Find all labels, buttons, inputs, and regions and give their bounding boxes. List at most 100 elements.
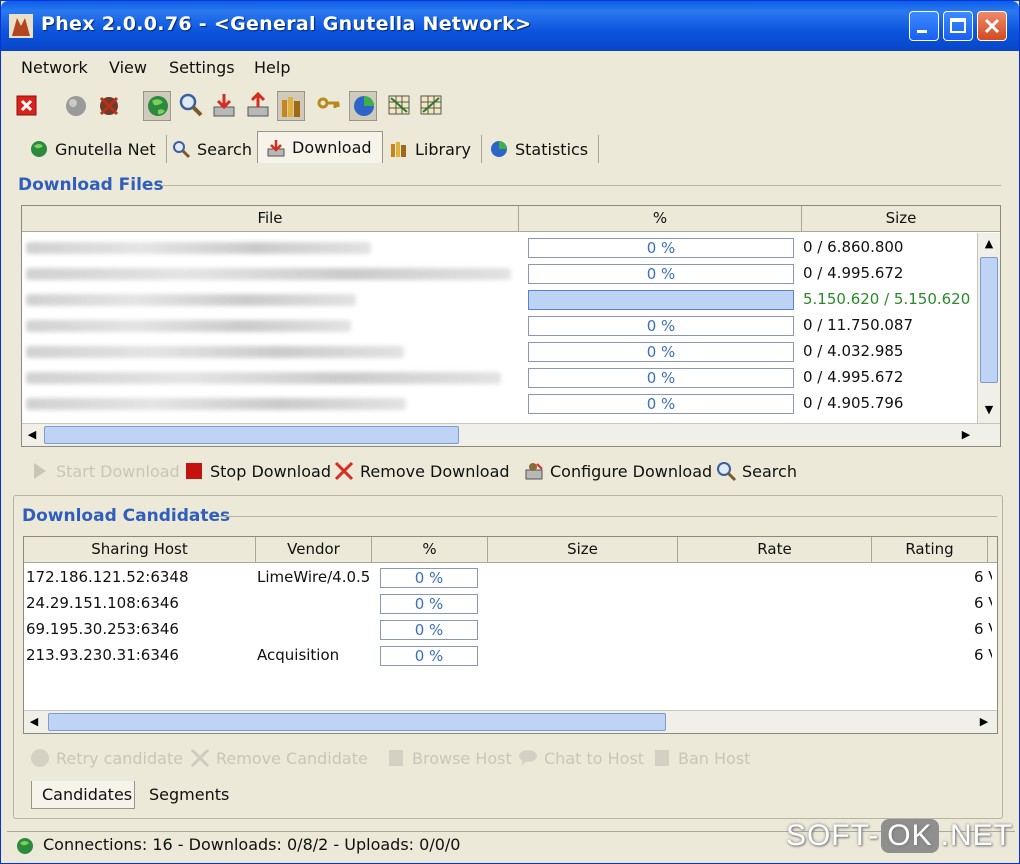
key-tool-button[interactable] bbox=[315, 91, 343, 121]
connect-icon bbox=[66, 96, 86, 116]
blurred-filename bbox=[26, 242, 371, 254]
title-bar[interactable]: Phex 2.0.0.76 - <General Gnutella Networ… bbox=[1, 1, 1019, 51]
progress-bar-complete bbox=[528, 290, 794, 310]
rating-cell: 6 V bbox=[974, 594, 992, 612]
tab-label: Statistics bbox=[515, 139, 589, 159]
maximize-button[interactable] bbox=[943, 11, 973, 41]
host-cell: 69.195.30.253:6346 bbox=[26, 620, 179, 638]
scroll-right-icon[interactable]: ▶ bbox=[958, 428, 974, 441]
upload-icon bbox=[247, 91, 269, 117]
blurred-filename bbox=[26, 398, 406, 410]
tab-statistics[interactable]: Statistics bbox=[481, 135, 600, 163]
scroll-left-icon[interactable]: ◀ bbox=[24, 428, 40, 441]
table-row[interactable]: 0 % 0 / 4.032.985 bbox=[22, 338, 1000, 364]
tab-search[interactable]: Search bbox=[163, 135, 263, 163]
start-download-button[interactable]: Start Download bbox=[29, 456, 180, 486]
vertical-scrollbar[interactable]: ▲ ▼ bbox=[977, 233, 1000, 423]
progress-bar: 0 % bbox=[528, 316, 794, 336]
exit-button[interactable] bbox=[13, 91, 41, 121]
watermark-right: .NET bbox=[940, 819, 1013, 852]
search-tool-button[interactable] bbox=[177, 91, 205, 121]
chat-to-host-button[interactable]: Chat to Host bbox=[517, 743, 644, 773]
table-row[interactable]: 5.150.620 / 5.150.620 bbox=[22, 286, 1000, 312]
size-cell: 5.150.620 / 5.150.620 bbox=[803, 290, 971, 308]
column-percent[interactable]: % bbox=[519, 206, 802, 232]
search-download-button[interactable]: Search bbox=[715, 456, 797, 486]
tab-candidates[interactable]: Candidates bbox=[31, 781, 135, 809]
stop-download-button[interactable]: Stop Download bbox=[183, 456, 331, 486]
table-row[interactable]: 24.29.151.108:6346 0 % 6 V bbox=[24, 590, 997, 616]
host-cell: 213.93.230.31:6346 bbox=[26, 646, 179, 664]
menu-network[interactable]: Network bbox=[21, 58, 88, 77]
scroll-right-icon[interactable]: ▶ bbox=[976, 715, 992, 728]
scroll-thumb[interactable] bbox=[48, 713, 666, 731]
globe-icon bbox=[148, 96, 168, 116]
horizontal-scrollbar[interactable]: ◀ ▶ bbox=[24, 710, 997, 733]
retry-icon bbox=[31, 749, 49, 767]
table-row[interactable]: 0 % 0 / 4.905.796 bbox=[22, 390, 1000, 416]
blurred-filename bbox=[26, 320, 351, 332]
magnifier-icon bbox=[717, 462, 737, 482]
menu-help[interactable]: Help bbox=[254, 58, 290, 77]
tab-gnutella-net[interactable]: Gnutella Net bbox=[21, 135, 167, 163]
browse-host-button[interactable]: Browse Host bbox=[385, 743, 512, 773]
table-row[interactable]: 69.195.30.253:6346 0 % 6 V bbox=[24, 616, 997, 642]
vendor-cell: Acquisition bbox=[257, 646, 340, 664]
minimize-icon bbox=[917, 30, 927, 33]
rating-cell: 6 V bbox=[974, 646, 992, 664]
table-row[interactable]: 213.93.230.31:6346 Acquisition 0 % 6 V bbox=[24, 642, 997, 668]
gnutella-net-button[interactable] bbox=[143, 91, 171, 121]
scroll-thumb[interactable] bbox=[44, 426, 459, 444]
table-row[interactable]: 0 % 0 / 6.860.800 bbox=[22, 234, 1000, 260]
column-sharing-host[interactable]: Sharing Host bbox=[24, 537, 256, 563]
progress-bar: 0 % bbox=[380, 646, 478, 666]
tab-library[interactable]: Library bbox=[381, 135, 482, 163]
configure-download-button[interactable]: Configure Download bbox=[523, 456, 712, 486]
column-rate[interactable]: Rate bbox=[678, 537, 872, 563]
disconnect-button[interactable] bbox=[95, 91, 123, 121]
ban-host-button[interactable]: Ban Host bbox=[651, 743, 750, 773]
menu-view[interactable]: View bbox=[109, 58, 147, 77]
column-size[interactable]: Size bbox=[488, 537, 678, 563]
table-row[interactable]: 172.186.121.52:6348 LimeWire/4.0.5 0 % 6… bbox=[24, 564, 997, 590]
size-cell: 0 / 6.860.800 bbox=[803, 238, 904, 256]
column-size[interactable]: Size bbox=[802, 206, 1000, 232]
upload-tool-button[interactable] bbox=[244, 91, 272, 121]
toolbar bbox=[7, 89, 1007, 125]
filter-tool-button[interactable] bbox=[385, 91, 413, 121]
close-button[interactable] bbox=[977, 11, 1007, 41]
scroll-left-icon[interactable]: ◀ bbox=[26, 715, 42, 728]
tab-label: Gnutella Net bbox=[55, 139, 156, 159]
retry-candidate-button[interactable]: Retry candidate bbox=[29, 743, 183, 773]
blurred-filename bbox=[26, 372, 501, 384]
button-label: Retry candidate bbox=[56, 748, 184, 768]
column-vendor[interactable]: Vendor bbox=[256, 537, 372, 563]
connect-button[interactable] bbox=[63, 91, 91, 121]
scroll-up-icon[interactable]: ▲ bbox=[978, 237, 1000, 250]
column-percent[interactable]: % bbox=[372, 537, 488, 563]
remove-download-button[interactable]: Remove Download bbox=[333, 456, 510, 486]
horizontal-scrollbar[interactable]: ◀ ▶ bbox=[22, 423, 1000, 446]
key-icon bbox=[317, 97, 340, 109]
play-icon bbox=[34, 463, 46, 479]
table-row[interactable]: 0 % 0 / 11.750.087 bbox=[22, 312, 1000, 338]
menu-settings[interactable]: Settings bbox=[169, 58, 235, 77]
tab-download[interactable]: Download bbox=[257, 131, 383, 163]
column-file[interactable]: File bbox=[22, 206, 519, 232]
scroll-down-icon[interactable]: ▼ bbox=[978, 403, 1000, 416]
scroll-thumb[interactable] bbox=[980, 257, 998, 383]
tab-segments[interactable]: Segments bbox=[139, 781, 237, 809]
statistics-tool-button[interactable] bbox=[349, 91, 377, 121]
ban-icon bbox=[655, 750, 669, 766]
table-row[interactable]: 0 % 0 / 4.995.672 bbox=[22, 260, 1000, 286]
filter-tool-button-2[interactable] bbox=[417, 91, 445, 121]
table-row[interactable]: 0 % 0 / 4.995.672 bbox=[22, 364, 1000, 390]
chat-icon bbox=[519, 750, 537, 766]
column-rating[interactable]: Rating bbox=[872, 537, 988, 563]
maximize-icon bbox=[950, 18, 966, 33]
remove-candidate-button[interactable]: Remove Candidate bbox=[189, 743, 368, 773]
button-label: Remove Download bbox=[360, 461, 510, 481]
minimize-button[interactable] bbox=[909, 11, 939, 41]
download-tool-button[interactable] bbox=[210, 91, 238, 121]
library-tool-button[interactable] bbox=[277, 91, 305, 121]
